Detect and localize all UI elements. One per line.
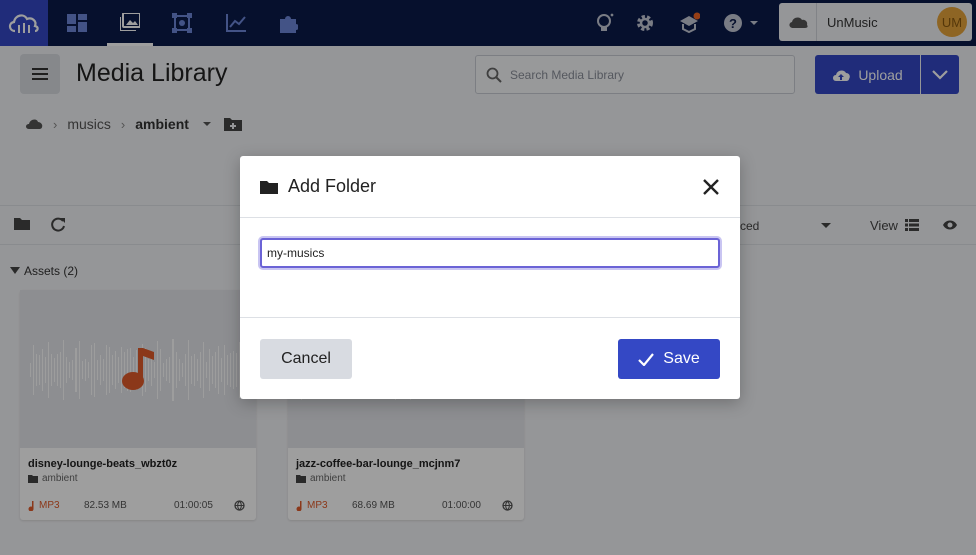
dialog-title: Add Folder <box>288 176 377 196</box>
add-folder-dialog: Add Folder Cancel Save <box>240 156 740 399</box>
dialog-footer: Cancel Save <box>240 318 740 398</box>
cancel-button[interactable]: Cancel <box>260 339 352 379</box>
dialog-body <box>240 218 740 318</box>
folder-icon <box>260 180 278 194</box>
save-button[interactable]: Save <box>618 339 720 379</box>
folder-name-input[interactable] <box>260 238 720 268</box>
checkmark-icon <box>638 352 655 366</box>
dialog-header: Add Folder <box>240 156 740 218</box>
save-label: Save <box>663 350 700 367</box>
close-icon[interactable] <box>702 178 720 196</box>
